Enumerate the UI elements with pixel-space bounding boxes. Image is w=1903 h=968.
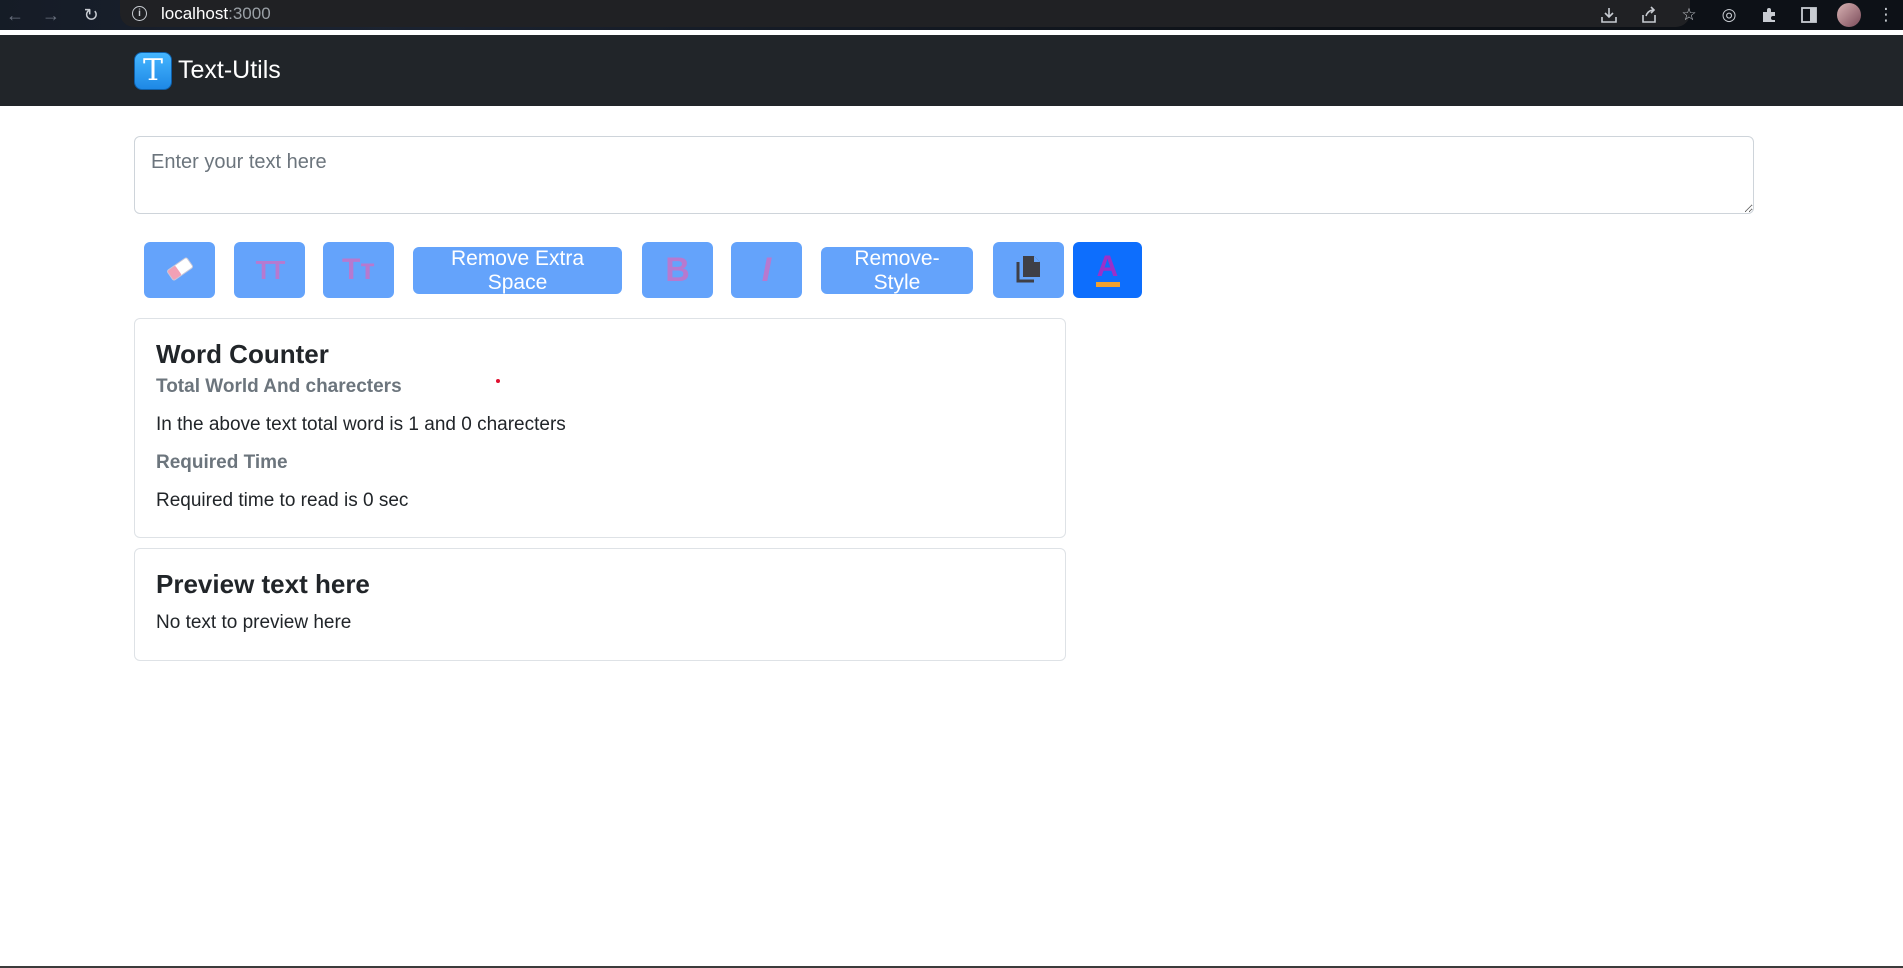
app-navbar: T Text-Utils bbox=[0, 35, 1903, 106]
profile-avatar[interactable] bbox=[1829, 0, 1869, 30]
extensions-icon[interactable] bbox=[1749, 0, 1789, 30]
copy-button[interactable] bbox=[993, 242, 1064, 298]
brand-link[interactable]: T Text-Utils bbox=[134, 51, 281, 90]
browser-toolbar: ← → ↻ i localhost :3000 ☆ ◎ ⋮ bbox=[0, 0, 1903, 30]
word-counter-title: Word Counter bbox=[156, 339, 329, 369]
menu-icon[interactable]: ⋮ bbox=[1869, 0, 1903, 30]
side-panel-icon[interactable] bbox=[1789, 0, 1829, 30]
info-icon[interactable]: i bbox=[132, 6, 147, 21]
uppercase-button[interactable]: TT bbox=[234, 242, 305, 298]
word-counter-subtitle: Total World And charecters bbox=[156, 376, 402, 397]
url-port: :3000 bbox=[228, 3, 271, 23]
url-host: localhost bbox=[161, 3, 229, 23]
uppercase-icon: TT bbox=[255, 254, 286, 285]
italic-button[interactable]: I bbox=[731, 242, 802, 298]
word-counter-card: Word Counter Total World And charecters … bbox=[134, 318, 1066, 538]
forward-icon[interactable]: → bbox=[36, 0, 66, 30]
media-icon[interactable]: ◎ bbox=[1709, 0, 1749, 30]
install-icon[interactable] bbox=[1589, 0, 1629, 30]
remove-style-button[interactable]: Remove-Style bbox=[821, 247, 973, 294]
copy-icon bbox=[1013, 253, 1045, 288]
text-toolbar: TT Tт Remove Extra Space B I Remove-Styl… bbox=[0, 242, 1903, 298]
mouse-cursor-dot bbox=[496, 379, 500, 383]
text-color-button[interactable]: A bbox=[1073, 242, 1142, 298]
preview-title: Preview text here bbox=[156, 569, 370, 599]
preview-card: Preview text here No text to preview her… bbox=[134, 548, 1066, 661]
required-time-subtitle: Required Time bbox=[156, 452, 288, 473]
browser-actions: ☆ ◎ ⋮ bbox=[1589, 0, 1903, 30]
reload-icon[interactable]: ↻ bbox=[76, 0, 106, 30]
text-color-icon: A bbox=[1095, 252, 1120, 287]
text-input[interactable] bbox=[134, 136, 1754, 214]
bold-icon: B bbox=[665, 250, 690, 289]
back-icon[interactable]: ← bbox=[0, 0, 30, 30]
brand-name: Text-Utils bbox=[178, 56, 281, 84]
bookmark-star-icon[interactable]: ☆ bbox=[1669, 0, 1709, 30]
capitalize-button[interactable]: Tт bbox=[323, 242, 394, 298]
eraser-icon bbox=[163, 252, 197, 289]
clear-text-button[interactable] bbox=[144, 242, 215, 298]
bold-button[interactable]: B bbox=[642, 242, 713, 298]
brand-logo-icon: T bbox=[134, 51, 172, 90]
preview-text: No text to preview here bbox=[156, 612, 352, 633]
share-icon[interactable] bbox=[1629, 0, 1669, 30]
capitalize-icon: Tт bbox=[341, 253, 376, 286]
required-time-text: Required time to read is 0 sec bbox=[156, 490, 409, 511]
address-bar[interactable]: i localhost :3000 bbox=[120, 0, 1690, 27]
remove-extra-space-button[interactable]: Remove Extra Space bbox=[413, 247, 622, 294]
italic-icon: I bbox=[761, 250, 772, 289]
word-count-text: In the above text total word is 1 and 0 … bbox=[156, 414, 566, 435]
